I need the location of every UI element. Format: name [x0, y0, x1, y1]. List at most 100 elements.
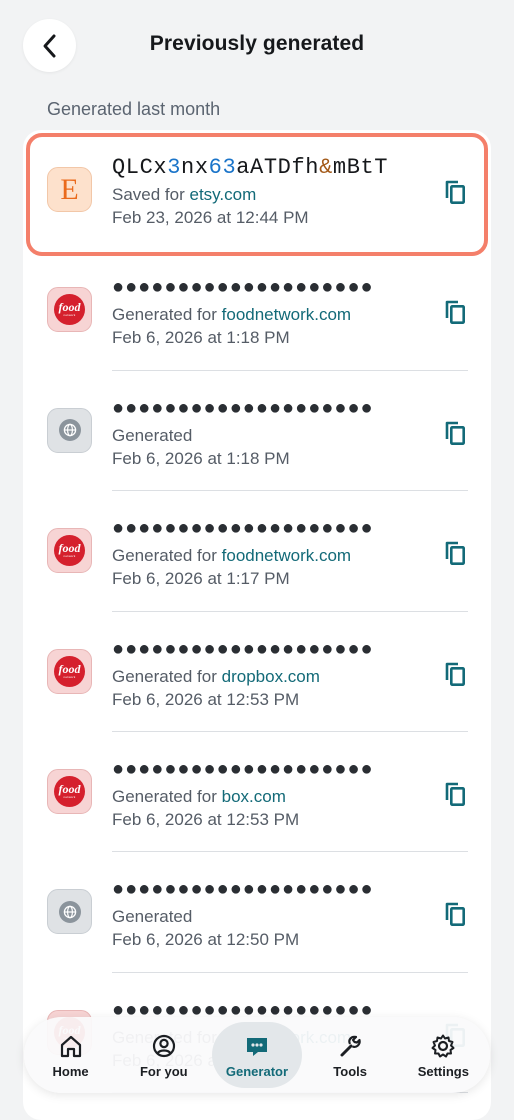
etsy-logo-letter: E [60, 172, 79, 206]
masked-password: ●●●●●●●●●●●●●●●●●●●● [112, 757, 374, 780]
food-logo-word: food [58, 661, 81, 676]
nav-label: Generator [225, 1063, 289, 1079]
copy-button[interactable] [442, 419, 468, 447]
history-card: E QLCx3nx63aATDfh&mBtT Saved for etsy.com F… [23, 130, 491, 1120]
copy-icon [445, 541, 465, 566]
entry-date: Feb 23, 2026 at 12:44 PM [112, 208, 309, 227]
entry-text: ●●●●●●●●●●●●●●●●●●●● Generated for foodne… [112, 515, 421, 589]
entry-status: Generated for [112, 546, 217, 566]
entry-date: Feb 6, 2026 at 1:17 PM [112, 569, 290, 589]
copy-icon [445, 180, 465, 204]
password-part: nx [181, 155, 209, 180]
entry-date: Feb 6, 2026 at 12:53 PM [112, 809, 300, 829]
globe-badge [58, 900, 81, 923]
wrench-icon [337, 1032, 363, 1060]
globe-icon [47, 889, 92, 935]
copy-button[interactable] [442, 539, 468, 567]
copy-icon [445, 301, 465, 325]
history-row[interactable]: foodnetwork ●●●●●●●●●●●●●●●●●●●● Generated… [23, 732, 491, 853]
entry-status: Generated for [112, 305, 217, 325]
masked-password: ●●●●●●●●●●●●●●●●●●●● [112, 396, 374, 419]
copy-button[interactable] [442, 298, 468, 326]
food-logo-sub: network [63, 554, 76, 559]
copy-button[interactable] [442, 660, 468, 688]
entry-subtitle: Generated [112, 906, 421, 927]
copy-button[interactable] [442, 780, 468, 808]
food-network-logo-icon: foodnetwork [47, 287, 92, 333]
entry-date: Feb 6, 2026 at 1:18 PM [112, 448, 290, 468]
password-part: 63 [208, 155, 237, 180]
food-network-logo-icon: foodnetwork [47, 768, 92, 814]
food-logo-word: food [58, 300, 81, 315]
gear-icon-glyph [431, 1034, 455, 1057]
password-part: QLCx [112, 155, 168, 180]
nav-tools[interactable]: Tools [305, 1022, 395, 1088]
page-title: Previously generated [149, 32, 365, 55]
history-row[interactable]: foodnetwork ●●●●●●●●●●●●●●●●●●●● Generated… [23, 491, 491, 612]
entry-status: Generated [112, 907, 193, 927]
entry-subtitle: Generated for box.com [112, 786, 421, 807]
entry-domain: box.com [221, 786, 286, 806]
history-row[interactable]: ●●●●●●●●●●●●●●●●●●●● Generated Feb 6, 2026… [23, 852, 491, 973]
entry-domain: dropbox.com [221, 666, 320, 686]
history-row[interactable]: ●●●●●●●●●●●●●●●●●●●● Generated Feb 6, 2026… [23, 371, 491, 492]
entry-domain: foodnetwork.com [221, 546, 352, 566]
copy-icon [445, 782, 465, 806]
globe-glyph-icon [63, 905, 76, 919]
nav-generator[interactable]: Generator [211, 1022, 302, 1088]
gear-icon [430, 1032, 456, 1060]
user-circle-icon-glyph [152, 1034, 175, 1057]
entry-text: ●●●●●●●●●●●●●●●●●●●● Generated Feb 6, 2026… [112, 876, 421, 950]
entry-date: Feb 6, 2026 at 12:50 PM [112, 930, 300, 950]
globe-glyph-icon [63, 424, 76, 437]
section-title: Generated last month [47, 99, 221, 119]
entry-date: Feb 6, 2026 at 1:18 PM [112, 328, 290, 348]
password-part: & [319, 155, 333, 180]
copy-button[interactable] [442, 178, 468, 206]
bottom-navigation: Home For you Generator Tools Settings [24, 1017, 490, 1093]
nav-label: Settings [417, 1063, 469, 1079]
user-circle-icon [151, 1032, 177, 1060]
generator-icon [244, 1032, 270, 1060]
entry-domain: etsy.com [189, 185, 257, 204]
food-network-badge: foodnetwork [54, 775, 85, 807]
masked-password: ●●●●●●●●●●●●●●●●●●●● [112, 276, 374, 299]
entry-subtitle: Generated for dropbox.com [112, 666, 421, 687]
entry-subtitle: Generated for foodnetwork.com [112, 304, 421, 325]
password-text: QLCx3nx63aATDfh&mBtT [112, 154, 421, 181]
password-part: 3 [167, 155, 182, 180]
food-logo-sub: network [63, 794, 76, 799]
etsy-logo-icon: E [47, 167, 92, 212]
entry-text: ●●●●●●●●●●●●●●●●●●●● Generated Feb 6, 2026… [112, 395, 421, 469]
entry-subtitle: Generated for foodnetwork.com [112, 545, 421, 566]
generator-icon-glyph [246, 1037, 267, 1056]
history-row[interactable]: foodnetwork ●●●●●●●●●●●●●●●●●●●● Generated… [23, 250, 491, 371]
history-list: E QLCx3nx63aATDfh&mBtT Saved for etsy.com F… [23, 130, 491, 1094]
entry-text: ●●●●●●●●●●●●●●●●●●●● Generated for foodne… [112, 274, 421, 348]
entry-status: Generated for [112, 666, 217, 686]
home-icon [58, 1032, 84, 1060]
entry-subtitle: Generated [112, 425, 421, 446]
password-part: mBtT [332, 155, 389, 180]
food-logo-sub: network [63, 313, 76, 318]
nav-label: Home [52, 1063, 89, 1079]
history-row[interactable]: foodnetwork ●●●●●●●●●●●●●●●●●●●● Generated… [23, 612, 491, 732]
top-bar: Previously generated [0, 0, 514, 96]
history-row[interactable]: E QLCx3nx63aATDfh&mBtT Saved for etsy.com F… [23, 130, 491, 256]
food-network-badge: foodnetwork [54, 535, 85, 567]
copy-icon [445, 662, 465, 686]
entry-domain: foodnetwork.com [221, 305, 352, 325]
nav-for-you[interactable]: For you [119, 1022, 209, 1088]
food-network-logo-icon: foodnetwork [47, 528, 92, 574]
masked-password: ●●●●●●●●●●●●●●●●●●●● [112, 517, 374, 540]
food-network-badge: foodnetwork [54, 655, 85, 687]
food-logo-word: food [58, 781, 81, 796]
copy-button[interactable] [442, 900, 468, 928]
globe-icon [47, 407, 92, 453]
nav-label: For you [139, 1063, 188, 1079]
entry-date: Feb 6, 2026 at 12:53 PM [112, 689, 300, 709]
entry-subtitle: Saved for etsy.com [112, 184, 421, 205]
nav-home[interactable]: Home [26, 1022, 116, 1088]
nav-settings[interactable]: Settings [398, 1022, 488, 1088]
home-icon-glyph [60, 1035, 81, 1057]
